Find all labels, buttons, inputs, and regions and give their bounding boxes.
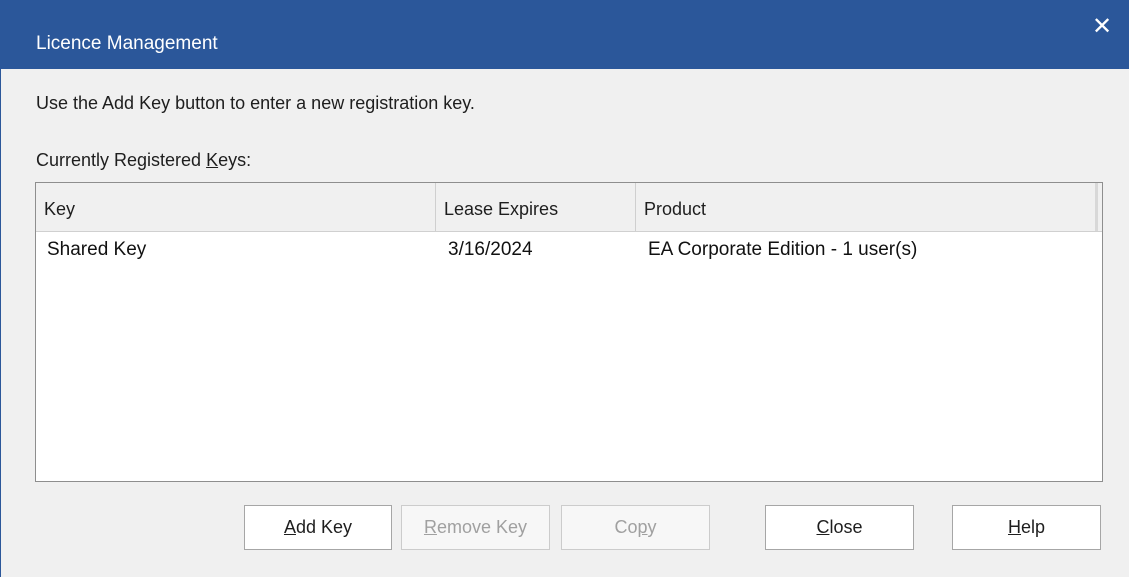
copy-label-start: Co bbox=[614, 517, 638, 537]
help-label: elp bbox=[1020, 517, 1046, 537]
help-mnemonic: H bbox=[1007, 517, 1021, 537]
close-button[interactable]: Close bbox=[765, 505, 914, 550]
cell-product: EA Corporate Edition - 1 user(s) bbox=[648, 239, 918, 260]
column-header-product[interactable]: Product bbox=[636, 183, 1098, 231]
list-header: Key Lease Expires Product bbox=[36, 183, 1102, 232]
remove-key-button: Remove Key bbox=[401, 505, 550, 550]
add-key-button[interactable]: Add Key bbox=[244, 505, 392, 550]
title-bar: Licence Management ✕ bbox=[1, 0, 1129, 69]
registered-keys-label-rest: eys: bbox=[218, 150, 252, 170]
close-label: lose bbox=[829, 517, 863, 537]
add-key-label: dd Key bbox=[295, 517, 353, 537]
remove-key-label: emove Key bbox=[436, 517, 528, 537]
close-icon[interactable]: ✕ bbox=[1091, 15, 1113, 39]
licence-management-dialog: Licence Management ✕ Use the Add Key but… bbox=[0, 0, 1129, 577]
registered-keys-list[interactable]: Key Lease Expires Product Shared Key 3/1… bbox=[35, 182, 1103, 482]
add-key-mnemonic: A bbox=[283, 517, 296, 537]
remove-key-mnemonic: R bbox=[423, 517, 437, 537]
column-header-key[interactable]: Key bbox=[36, 183, 436, 231]
close-mnemonic: C bbox=[816, 517, 830, 537]
registered-keys-label-text: Currently Registered bbox=[36, 150, 207, 170]
registered-keys-label: Currently Registered Keys: bbox=[36, 150, 251, 171]
cell-key: Shared Key bbox=[47, 239, 147, 260]
column-header-lease-expires[interactable]: Lease Expires bbox=[436, 183, 636, 231]
cell-lease-expires: 3/16/2024 bbox=[448, 239, 533, 260]
copy-label-end: y bbox=[647, 517, 657, 537]
copy-button: Copy bbox=[561, 505, 710, 550]
instructions-text: Use the Add Key button to enter a new re… bbox=[36, 93, 475, 113]
copy-mnemonic: p bbox=[637, 517, 648, 537]
registered-keys-label-mnemonic: K bbox=[206, 150, 219, 170]
table-row[interactable]: Shared Key 3/16/2024 EA Corporate Editio… bbox=[36, 231, 1102, 271]
help-button[interactable]: Help bbox=[952, 505, 1101, 550]
dialog-title: Licence Management bbox=[36, 33, 218, 54]
